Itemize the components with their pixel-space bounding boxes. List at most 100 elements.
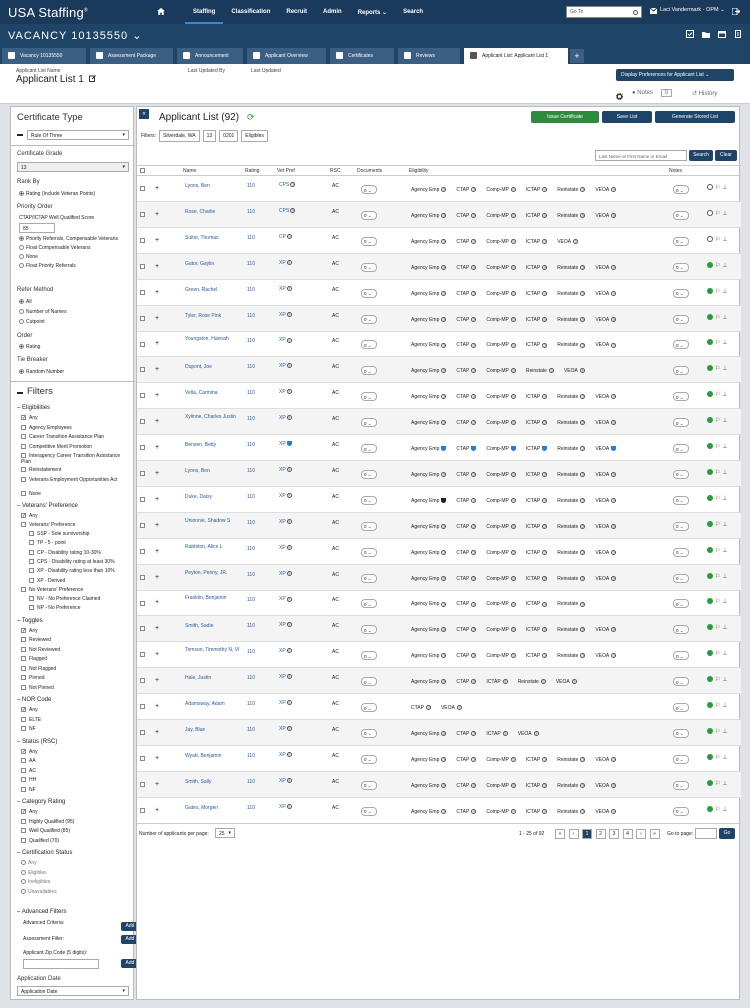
vacancy-title[interactable]: VACANCY 10135550 ⌄ bbox=[8, 29, 142, 42]
help-icon[interactable]: ? bbox=[611, 290, 617, 296]
notes-dropdown[interactable]: 0 ⌄ bbox=[673, 806, 689, 816]
documents-dropdown[interactable]: 0 ⌄ bbox=[361, 573, 377, 583]
row-checkbox[interactable] bbox=[140, 600, 148, 606]
applicant-name-link[interactable]: Gator, Gaylin bbox=[185, 261, 241, 268]
flag-icon[interactable]: ⚐ bbox=[715, 780, 720, 787]
checkbox[interactable] bbox=[21, 786, 26, 792]
notes-dropdown[interactable]: 0 ⌄ bbox=[673, 469, 689, 479]
pin-icon[interactable]: ⊥ bbox=[722, 288, 727, 295]
row-checkbox[interactable] bbox=[140, 393, 148, 399]
row-checkbox[interactable] bbox=[140, 419, 148, 425]
flag-icon[interactable]: ⚐ bbox=[715, 288, 720, 295]
goto-page-input[interactable] bbox=[695, 828, 717, 839]
filter-eligibilities-3[interactable]: Career Transition Assistance Plan bbox=[21, 434, 131, 440]
help-icon[interactable]: ? bbox=[441, 627, 447, 633]
priority-option-4[interactable]: Float Priority Referrals bbox=[19, 263, 76, 269]
expand-row-button[interactable]: + bbox=[155, 703, 159, 710]
notes-dropdown[interactable]: 0 ⌄ bbox=[673, 521, 689, 531]
pin-icon[interactable]: ⊥ bbox=[722, 754, 727, 761]
applicant-name-link[interactable]: Tomson, Timmothy N, VI bbox=[185, 647, 241, 654]
ctap-score-input[interactable]: 85 bbox=[19, 223, 55, 233]
pin-icon[interactable]: ⊥ bbox=[722, 210, 727, 217]
documents-dropdown[interactable]: 0 ⌄ bbox=[361, 340, 377, 350]
help-icon[interactable]: ? bbox=[471, 627, 477, 633]
filter-group-toggles[interactable]: – Toggles bbox=[17, 618, 43, 624]
applicant-name-link[interactable]: Lyons, Ben bbox=[185, 468, 241, 475]
filter-nor-code-1[interactable]: Any bbox=[21, 707, 131, 713]
help-icon[interactable]: ? bbox=[580, 446, 586, 452]
checkbox[interactable] bbox=[21, 415, 26, 421]
gear-icon[interactable] bbox=[616, 93, 623, 100]
order-option-rating[interactable]: Rating bbox=[19, 344, 40, 350]
help-icon[interactable]: ? bbox=[441, 808, 447, 814]
help-icon[interactable]: ? bbox=[471, 342, 477, 348]
notes-dropdown[interactable]: 0 ⌄ bbox=[673, 728, 689, 738]
row-checkbox[interactable] bbox=[140, 755, 148, 762]
help-icon[interactable]: ? bbox=[286, 259, 292, 265]
filter-group-certification-status[interactable]: – Certification Status bbox=[17, 850, 72, 856]
expand-row-button[interactable]: + bbox=[155, 522, 159, 529]
help-icon[interactable]: ? bbox=[286, 337, 292, 343]
documents-dropdown[interactable]: 0 ⌄ bbox=[361, 392, 377, 402]
help-icon[interactable]: ? bbox=[580, 782, 586, 788]
help-icon[interactable]: ? bbox=[510, 316, 516, 322]
row-checkbox[interactable] bbox=[140, 730, 148, 736]
help-icon[interactable]: ? bbox=[471, 187, 477, 193]
refer-option-3[interactable]: Cutpoint bbox=[19, 319, 45, 325]
nav-admin[interactable]: Admin bbox=[315, 0, 350, 24]
help-icon[interactable]: ? bbox=[580, 264, 586, 270]
help-icon[interactable]: ? bbox=[441, 731, 447, 737]
rank-by-option[interactable]: Rating (Include Veteran Points) bbox=[19, 191, 95, 197]
review-status-icon[interactable] bbox=[707, 650, 713, 657]
notes-dropdown[interactable]: 0 ⌄ bbox=[673, 262, 689, 272]
expand-row-button[interactable]: + bbox=[155, 677, 159, 684]
applicant-name-link[interactable]: Xylinne, Charles Justin bbox=[185, 414, 241, 421]
help-icon[interactable]: ? bbox=[580, 342, 586, 348]
help-icon[interactable]: ? bbox=[502, 731, 508, 737]
help-icon[interactable]: ? bbox=[471, 679, 477, 685]
review-status-icon[interactable] bbox=[707, 494, 713, 501]
expand-row-button[interactable]: + bbox=[155, 289, 159, 296]
help-icon[interactable]: ? bbox=[441, 238, 447, 244]
help-icon[interactable]: ? bbox=[471, 731, 477, 737]
pin-icon[interactable]: ⊥ bbox=[722, 391, 727, 398]
checkbox[interactable] bbox=[21, 665, 26, 671]
help-icon[interactable]: ? bbox=[441, 342, 447, 348]
documents-dropdown[interactable]: 0 ⌄ bbox=[361, 703, 377, 712]
help-icon[interactable]: ? bbox=[441, 368, 447, 374]
expand-row-button[interactable]: + bbox=[155, 755, 159, 762]
filter-no-vet-sub-2[interactable]: NP - No Preference bbox=[29, 605, 81, 611]
help-icon[interactable]: ? bbox=[542, 549, 548, 555]
filter-group-category-rating[interactable]: – Category Rating bbox=[17, 799, 65, 805]
flag-icon[interactable]: ⚐ bbox=[715, 339, 720, 346]
filter-no-vet-sub-1[interactable]: NV - No Preference Claimed bbox=[29, 596, 100, 602]
help-icon[interactable]: ? bbox=[441, 290, 447, 296]
help-icon[interactable]: ? bbox=[510, 782, 516, 788]
flag-icon[interactable]: ⚐ bbox=[715, 469, 720, 476]
checkbox[interactable] bbox=[21, 656, 26, 662]
filter-vet-sub-1[interactable]: SSP - Sole survivorship bbox=[29, 531, 89, 537]
help-icon[interactable]: ? bbox=[441, 756, 447, 762]
help-icon[interactable]: ? bbox=[580, 549, 586, 555]
expand-row-button[interactable]: + bbox=[155, 496, 159, 503]
review-status-icon[interactable] bbox=[707, 546, 713, 553]
pin-icon[interactable]: ⊥ bbox=[722, 495, 727, 502]
help-icon[interactable]: ? bbox=[542, 497, 548, 503]
help-icon[interactable]: ? bbox=[611, 342, 617, 348]
flag-icon[interactable]: ⚐ bbox=[715, 443, 720, 450]
help-icon[interactable]: ? bbox=[580, 213, 586, 219]
filter-eligibilities-4[interactable]: Competitive Merit Promotion bbox=[21, 444, 131, 450]
radio[interactable] bbox=[21, 869, 26, 875]
radio[interactable] bbox=[21, 879, 26, 885]
review-status-icon[interactable] bbox=[707, 184, 713, 190]
help-icon[interactable]: ? bbox=[471, 808, 477, 814]
filter-vet-sub-4[interactable]: CPS - Disability rating at least 30% bbox=[29, 559, 115, 565]
help-icon[interactable]: ? bbox=[471, 523, 477, 529]
checkbox[interactable] bbox=[29, 604, 34, 610]
help-icon[interactable]: ? bbox=[441, 601, 447, 607]
help-icon[interactable]: ? bbox=[510, 420, 516, 426]
expand-row-button[interactable]: + bbox=[155, 781, 159, 788]
filter-nor-code-2[interactable]: ELTE bbox=[21, 717, 131, 723]
help-icon[interactable]: ? bbox=[542, 394, 548, 400]
help-icon[interactable]: ? bbox=[471, 238, 477, 244]
